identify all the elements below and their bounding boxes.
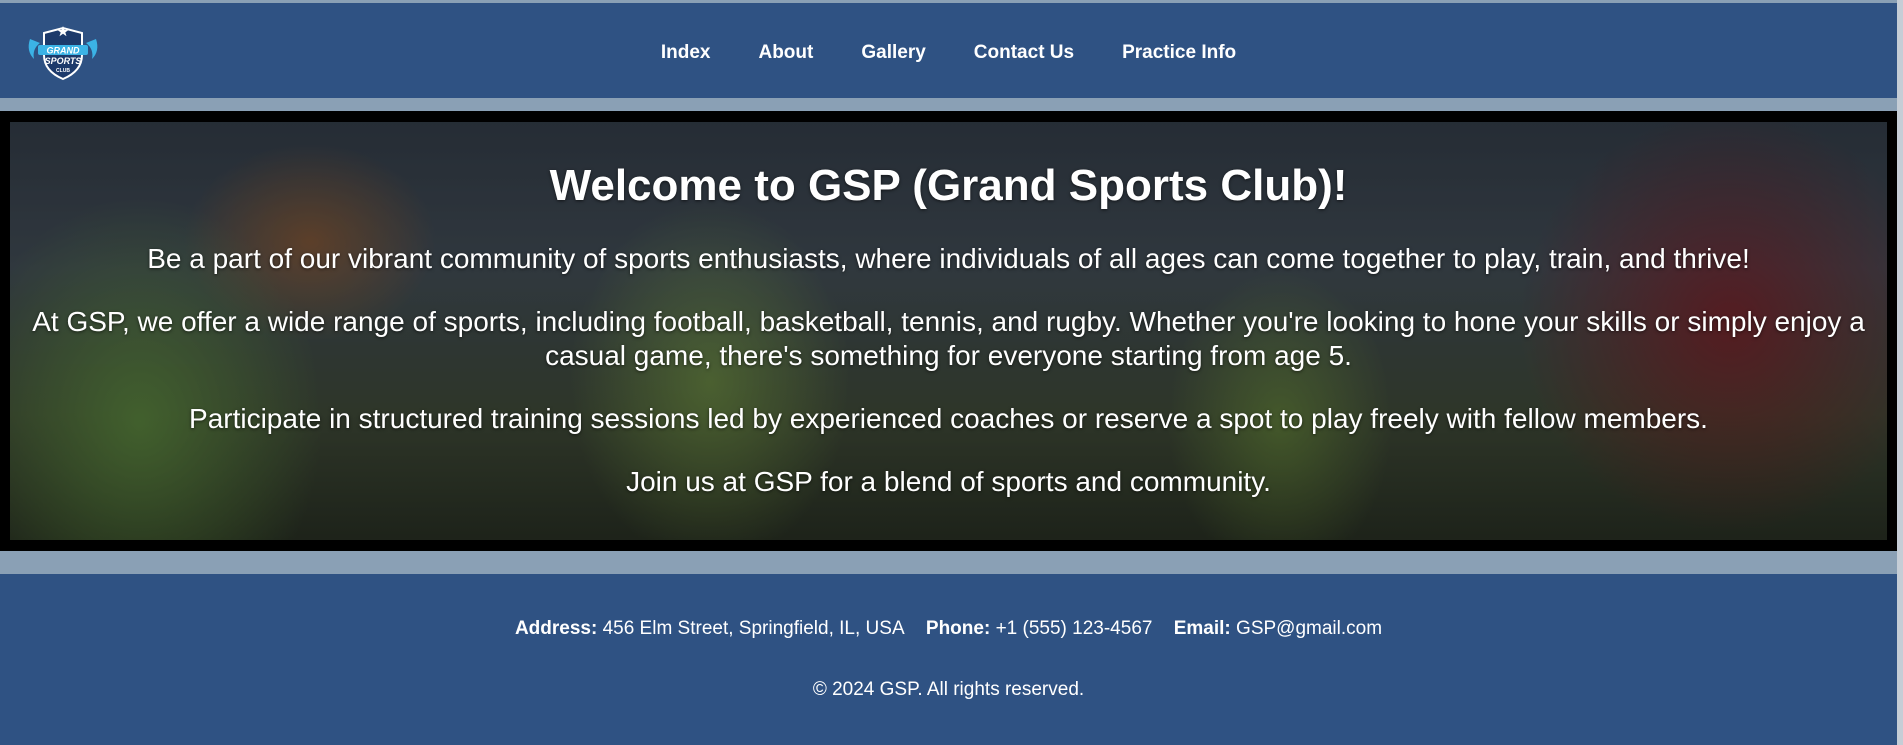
address-info: Address: 456 Elm Street, Springfield, IL…: [515, 618, 905, 639]
email-info: Email: GSP@gmail.com: [1174, 618, 1382, 639]
hero-section: Welcome to GSP (Grand Sports Club)! Be a…: [0, 111, 1897, 551]
nav-link-index[interactable]: Index: [637, 41, 735, 65]
nav-link-practice-info[interactable]: Practice Info: [1098, 41, 1260, 65]
main-nav: Index About Gallery Contact Us Practice …: [0, 41, 1897, 65]
site-footer: Address: 456 Elm Street, Springfield, IL…: [0, 574, 1897, 745]
phone-value: +1 (555) 123-4567: [995, 618, 1153, 639]
hero-paragraph-join: Join us at GSP for a blend of sports and…: [626, 466, 1271, 497]
address-value: 456 Elm Street, Springfield, IL, USA: [602, 618, 905, 639]
address-label: Address:: [514, 618, 598, 639]
contact-info: Address: 456 Elm Street, Springfield, IL…: [0, 617, 1897, 641]
hero-paragraph-training: Participate in structured training sessi…: [189, 403, 1708, 434]
hero-paragraph-community: Be a part of our vibrant community of sp…: [147, 243, 1750, 274]
copyright-text: © 2024 GSP. All rights reserved.: [812, 679, 1085, 700]
email-label: Email:: [1173, 618, 1231, 639]
hero-paragraph-sports: At GSP, we offer a wide range of sports,…: [32, 306, 1865, 371]
email-value: GSP@gmail.com: [1236, 618, 1383, 639]
logo-text-club: CLUB: [56, 68, 70, 74]
site-header: GRAND SPORTS CLUB Index About Gallery Co…: [0, 3, 1897, 98]
phone-label: Phone:: [925, 618, 991, 639]
hero-title: Welcome to GSP (Grand Sports Club)!: [549, 161, 1348, 210]
hero-content: Welcome to GSP (Grand Sports Club)! Be a…: [10, 122, 1887, 540]
nav-link-gallery[interactable]: Gallery: [837, 41, 949, 65]
phone-info: Phone: +1 (555) 123-4567: [926, 618, 1153, 639]
window-edge: [1897, 0, 1903, 745]
nav-link-about[interactable]: About: [734, 41, 837, 65]
nav-link-contact-us[interactable]: Contact Us: [950, 41, 1098, 65]
